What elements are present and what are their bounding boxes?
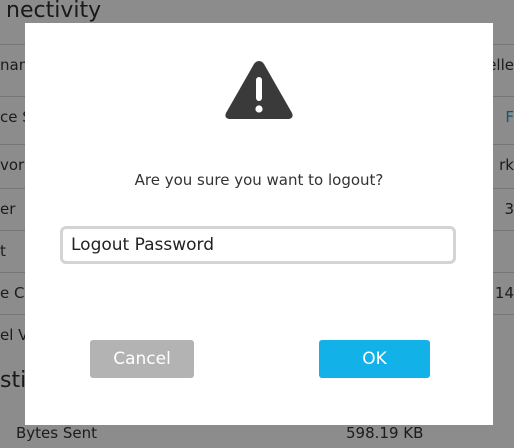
cancel-button[interactable]: Cancel [90, 340, 194, 378]
logout-confirm-message: Are you sure you want to logout? [134, 171, 384, 189]
warning-triangle-icon [225, 61, 293, 119]
logout-password-input[interactable] [60, 226, 456, 264]
logout-dialog: Are you sure you want to logout? Cancel … [25, 23, 493, 425]
ok-button[interactable]: OK [319, 340, 430, 378]
